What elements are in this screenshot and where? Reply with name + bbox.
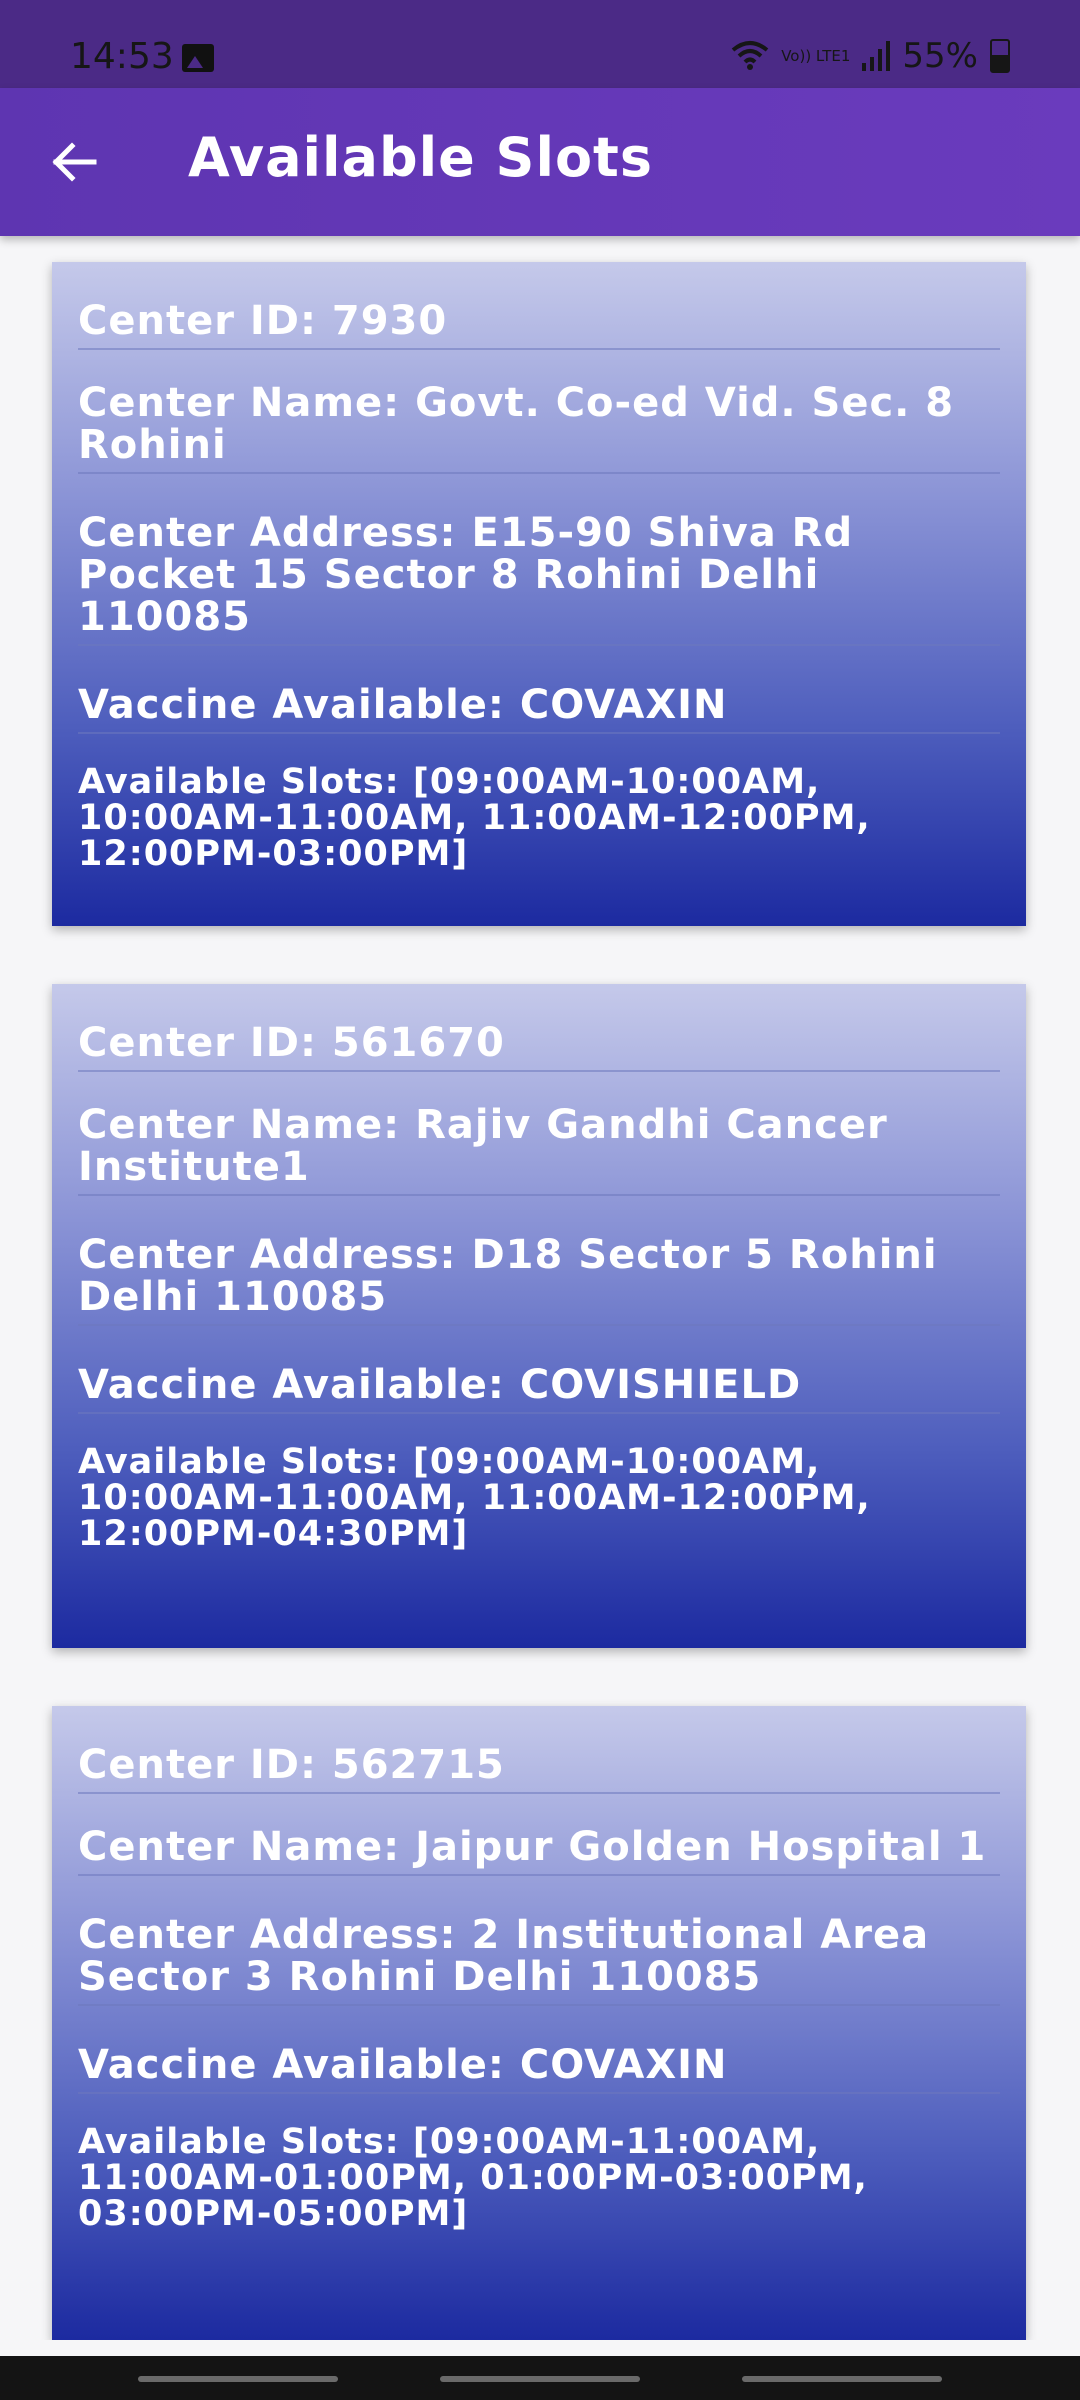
- nav-handle[interactable]: [440, 2376, 640, 2382]
- vaccine-available: Vaccine Available: COVAXIN: [78, 2042, 728, 2088]
- battery-icon: [990, 39, 1010, 73]
- network-type-label: Vo)) LTE1: [781, 46, 851, 65]
- available-slots: Available Slots: [09:00AM-10:00AM, 10:00…: [78, 1442, 871, 1554]
- nav-handle[interactable]: [138, 2376, 338, 2382]
- center-card[interactable]: Center ID: 561670 Center Name: Rajiv Gan…: [52, 984, 1026, 1648]
- center-name: Center Name: Rajiv Gandhi Cancer Institu…: [78, 1102, 888, 1190]
- divider: [78, 1874, 1000, 1876]
- status-time: 14:53: [70, 36, 174, 77]
- status-icons: Vo)) LTE1 55%: [731, 36, 1010, 76]
- center-id: Center ID: 561670: [78, 1020, 505, 1066]
- divider: [78, 1324, 1000, 1326]
- image-notification-icon: [182, 44, 214, 72]
- center-card[interactable]: Center ID: 562715 Center Name: Jaipur Go…: [52, 1706, 1026, 2340]
- wifi-icon: [731, 41, 769, 70]
- center-name: Center Name: Jaipur Golden Hospital 1: [78, 1824, 987, 1870]
- center-id: Center ID: 562715: [78, 1742, 505, 1788]
- status-bar: 14:53 Vo)) LTE1 55%: [0, 0, 1080, 88]
- center-address: Center Address: E15-90 Shiva Rd Pocket 1…: [78, 510, 854, 640]
- center-card[interactable]: Center ID: 7930 Center Name: Govt. Co-ed…: [52, 262, 1026, 926]
- available-slots: Available Slots: [09:00AM-11:00AM, 11:00…: [78, 2122, 868, 2234]
- divider: [78, 472, 1000, 474]
- back-arrow-icon[interactable]: [48, 136, 100, 188]
- divider: [78, 1412, 1000, 1414]
- divider: [78, 1070, 1000, 1072]
- divider: [78, 2004, 1000, 2006]
- center-address: Center Address: D18 Sector 5 Rohini Delh…: [78, 1232, 938, 1320]
- battery-percent: 55%: [902, 36, 978, 76]
- divider: [78, 348, 1000, 350]
- navigation-bar: [0, 2356, 1080, 2400]
- center-id: Center ID: 7930: [78, 298, 448, 344]
- divider: [78, 644, 1000, 646]
- app-bar: Available Slots: [0, 88, 1080, 236]
- nav-handle[interactable]: [742, 2376, 942, 2382]
- center-name: Center Name: Govt. Co-ed Vid. Sec. 8 Roh…: [78, 380, 955, 468]
- signal-icon: [862, 41, 891, 71]
- center-address: Center Address: 2 Institutional Area Sec…: [78, 1912, 930, 2000]
- divider: [78, 732, 1000, 734]
- vaccine-available: Vaccine Available: COVAXIN: [78, 682, 728, 728]
- divider: [78, 1792, 1000, 1794]
- divider: [78, 2092, 1000, 2094]
- slots-list[interactable]: Center ID: 7930 Center Name: Govt. Co-ed…: [0, 236, 1080, 2340]
- vaccine-available: Vaccine Available: COVISHIELD: [78, 1362, 802, 1408]
- divider: [78, 1194, 1000, 1196]
- page-title: Available Slots: [188, 126, 654, 189]
- available-slots: Available Slots: [09:00AM-10:00AM, 10:00…: [78, 762, 871, 874]
